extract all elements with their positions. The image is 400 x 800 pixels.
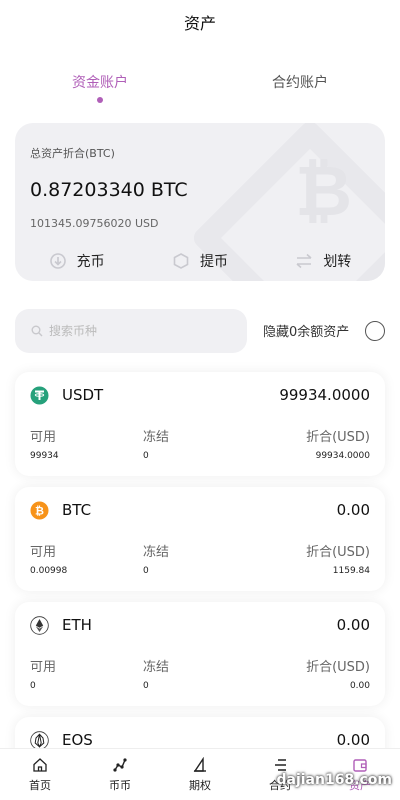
deposit-button[interactable]: 充币 xyxy=(15,249,138,273)
coin-total: 99934.0000 xyxy=(279,386,370,404)
bitcoin-watermark-icon: ₿ xyxy=(295,150,352,232)
svg-text:₿: ₿ xyxy=(295,150,352,232)
contract-icon xyxy=(275,759,286,771)
available-value: 99934 xyxy=(30,451,59,461)
asset-card-eth[interactable]: ETH 0.00 可用 冻结 折合(USD) 0 0 0.00 xyxy=(15,602,385,706)
deposit-icon xyxy=(49,253,66,269)
available-value: 0 xyxy=(30,681,36,691)
options-icon xyxy=(193,757,206,772)
total-usd-value: 101345.09756020 USD xyxy=(30,217,159,230)
equivalent-label: 折合(USD) xyxy=(306,545,370,560)
coin-total: 0.00 xyxy=(336,616,370,634)
tab-options[interactable]: 期权 xyxy=(160,749,240,800)
equivalent-label: 折合(USD) xyxy=(306,660,370,675)
available-value: 0.00998 xyxy=(30,566,68,576)
coin-name: EOS xyxy=(62,731,93,749)
wallet-icon xyxy=(353,759,367,772)
tab-home[interactable]: 首页 xyxy=(0,749,80,800)
transfer-icon xyxy=(296,253,312,269)
account-tabs: 资金账户 合约账户 xyxy=(0,62,400,108)
tab-funding-account[interactable]: 资金账户 xyxy=(0,62,200,108)
withdraw-button[interactable]: 提币 xyxy=(138,249,261,273)
usdt-icon xyxy=(30,386,49,405)
equivalent-value: 0.00 xyxy=(349,681,370,691)
search-box[interactable] xyxy=(15,309,247,353)
transfer-button[interactable]: 划转 xyxy=(262,249,385,273)
coin-total: 0.00 xyxy=(336,731,370,749)
search-input[interactable] xyxy=(49,324,219,338)
search-row: 隐藏0余额资产 xyxy=(15,309,385,353)
asset-actions: 充币 提币 划转 xyxy=(15,249,385,273)
equivalent-value: 99934.0000 xyxy=(315,451,370,461)
withdraw-label: 提币 xyxy=(199,254,228,270)
available-label: 可用 xyxy=(30,660,57,675)
coin-name: BTC xyxy=(62,501,92,519)
search-icon xyxy=(31,325,43,337)
total-btc-value: 0.87203340 BTC xyxy=(30,179,188,201)
withdraw-icon xyxy=(173,253,189,269)
home-icon xyxy=(33,758,47,772)
frozen-value: 0 xyxy=(143,566,149,576)
frozen-label: 冻结 xyxy=(143,430,170,445)
tab-label: 期权 xyxy=(189,779,211,792)
tab-label: 合约账户 xyxy=(272,75,328,91)
available-label: 可用 xyxy=(30,430,57,445)
hide-zero-label: 隐藏0余额资产 xyxy=(263,325,350,340)
transfer-label: 划转 xyxy=(323,254,352,270)
coin-total: 0.00 xyxy=(336,501,370,519)
equivalent-label: 折合(USD) xyxy=(306,430,370,445)
assets-page: 资产 资金账户 合约账户 ₿ 总资产折合(BTC) 0.87203340 BTC… xyxy=(0,0,400,800)
asset-card-btc[interactable]: ₿ BTC 0.00 可用 冻结 折合(USD) 0.00998 0 1159.… xyxy=(15,487,385,591)
frozen-value: 0 xyxy=(143,451,149,461)
hide-zero-toggle[interactable] xyxy=(365,321,385,341)
total-assets-label: 总资产折合(BTC) xyxy=(30,147,115,160)
tab-contract-account[interactable]: 合约账户 xyxy=(200,62,400,108)
btc-icon: ₿ xyxy=(30,501,49,520)
total-assets-card: ₿ 总资产折合(BTC) 0.87203340 BTC 101345.09756… xyxy=(15,123,385,281)
tab-label: 资金账户 xyxy=(72,75,128,91)
coin-name: USDT xyxy=(62,386,104,404)
eth-icon xyxy=(30,616,49,635)
asset-card-usdt[interactable]: USDT 99934.0000 可用 冻结 折合(USD) 99934 0 99… xyxy=(15,372,385,476)
coin-trade-icon xyxy=(113,758,127,772)
frozen-label: 冻结 xyxy=(143,660,170,675)
frozen-label: 冻结 xyxy=(143,545,170,560)
coin-name: ETH xyxy=(62,616,92,634)
tab-label: 首页 xyxy=(29,779,51,792)
active-tab-indicator xyxy=(97,97,103,103)
page-header: 资产 xyxy=(0,0,400,44)
frozen-value: 0 xyxy=(143,681,149,691)
tab-coin-trade[interactable]: 币币 xyxy=(80,749,160,800)
available-label: 可用 xyxy=(30,545,57,560)
site-watermark: dajian168.com xyxy=(276,772,392,788)
tab-label: 币币 xyxy=(109,779,131,792)
equivalent-value: 1159.84 xyxy=(332,566,370,576)
page-title: 资产 xyxy=(183,14,216,33)
svg-text:₿: ₿ xyxy=(35,505,44,518)
deposit-label: 充币 xyxy=(76,254,105,270)
